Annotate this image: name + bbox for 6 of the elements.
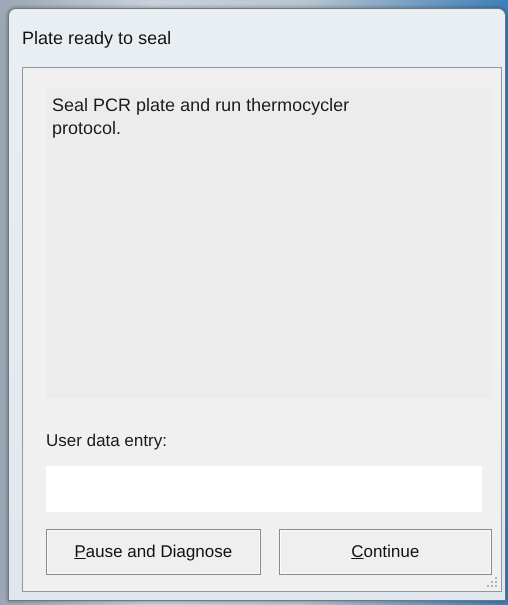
message-text: Seal PCR plate and run thermocycler protocol. xyxy=(52,94,350,140)
dialog-button[interactable]: Continue xyxy=(278,528,492,574)
window-title: Plate ready to seal xyxy=(22,26,172,50)
field-label: User data entry: xyxy=(46,431,167,450)
resize-grip-icon[interactable] xyxy=(487,577,499,589)
dialog-button[interactable]: Pause and Diagnose xyxy=(46,528,260,574)
